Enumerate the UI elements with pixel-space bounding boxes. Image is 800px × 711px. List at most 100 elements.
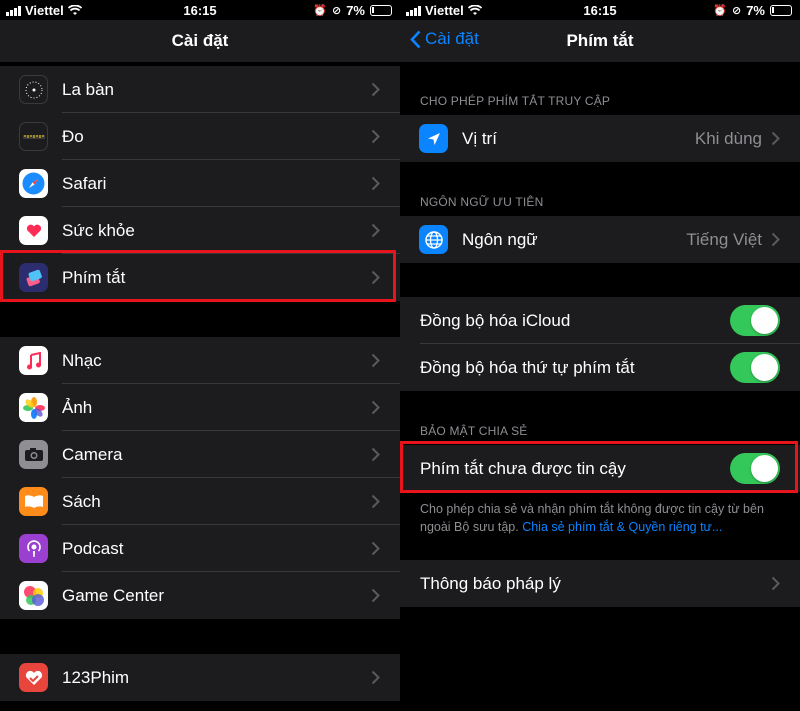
- chevron-right-icon: [371, 400, 380, 415]
- camera-icon: [19, 440, 48, 469]
- page-title: Cài đặt: [171, 31, 229, 50]
- 123phim-icon: [19, 663, 48, 692]
- orientation-lock-icon: ⊘: [731, 5, 742, 17]
- order-sync-label: Đồng bộ hóa thứ tự phím tắt: [420, 357, 635, 377]
- access-group: Vị trí Khi dùng: [400, 115, 800, 162]
- location-value: Khi dùng: [694, 128, 762, 148]
- chevron-right-icon: [371, 176, 380, 191]
- settings-item-measure[interactable]: Đo: [0, 113, 400, 160]
- location-row[interactable]: Vị trí Khi dùng: [400, 115, 800, 162]
- settings-item-photos[interactable]: Ảnh: [0, 384, 400, 431]
- chevron-right-icon: [371, 353, 380, 368]
- chevron-right-icon: [371, 129, 380, 144]
- settings-pane: Viettel 16:15 ⏰ ⊘ 7% Cài đặt La bàn Đo S…: [0, 0, 400, 711]
- chevron-right-icon: [771, 131, 780, 146]
- sync-group: Đồng bộ hóa iCloud Đồng bộ hóa thứ tự ph…: [400, 297, 800, 391]
- shortcuts-icon: [19, 263, 48, 292]
- photos-icon: [19, 393, 48, 422]
- settings-group-1: La bàn Đo Safari Sức khỏe Phím tắt: [0, 66, 400, 301]
- language-group: Ngôn ngữ Tiếng Việt: [400, 216, 800, 263]
- legal-label: Thông báo pháp lý: [420, 573, 561, 593]
- legal-row[interactable]: Thông báo pháp lý: [400, 560, 800, 607]
- untrusted-toggle[interactable]: [730, 453, 780, 484]
- settings-item-123phim[interactable]: 123Phim: [0, 654, 400, 701]
- safari-icon: [19, 169, 48, 198]
- untrusted-row: Phím tắt chưa được tin cậy: [400, 445, 800, 492]
- battery-icon: [770, 5, 792, 16]
- security-group: Phím tắt chưa được tin cậy: [400, 445, 800, 492]
- status-bar: Viettel 16:15 ⏰ ⊘ 7%: [0, 0, 400, 20]
- orientation-lock-icon: ⊘: [331, 5, 342, 17]
- section-header-security: BẢO MẬT CHIA SẺ: [420, 424, 528, 438]
- settings-item-label: Ảnh: [62, 397, 93, 417]
- untrusted-label: Phím tắt chưa được tin cậy: [420, 458, 626, 478]
- icloud-sync-row: Đồng bộ hóa iCloud: [400, 297, 800, 344]
- chevron-right-icon: [371, 270, 380, 285]
- icloud-sync-label: Đồng bộ hóa iCloud: [420, 310, 571, 330]
- language-label: Ngôn ngữ: [462, 229, 538, 249]
- chevron-right-icon: [771, 232, 780, 247]
- chevron-right-icon: [371, 223, 380, 238]
- location-arrow-icon: [419, 124, 448, 153]
- settings-item-label: Sức khỏe: [62, 220, 135, 240]
- settings-item-compass[interactable]: La bàn: [0, 66, 400, 113]
- compass-icon: [19, 75, 48, 104]
- podcast-icon: [19, 534, 48, 563]
- settings-item-books[interactable]: Sách: [0, 478, 400, 525]
- alarm-icon: ⏰: [313, 5, 327, 17]
- settings-item-label: 123Phim: [62, 667, 130, 687]
- alarm-icon: ⏰: [713, 5, 727, 17]
- nav-bar: Cài đặt: [0, 20, 400, 62]
- music-icon: [19, 346, 48, 375]
- status-right: ⏰ ⊘ 7%: [313, 3, 392, 18]
- settings-item-safari[interactable]: Safari: [0, 160, 400, 207]
- settings-item-music[interactable]: Nhạc: [0, 337, 400, 384]
- security-footer: Cho phép chia sẻ và nhận phím tắt không …: [420, 500, 784, 536]
- settings-item-label: La bàn: [62, 79, 114, 99]
- settings-item-label: Đo: [62, 126, 84, 146]
- settings-group-2: Nhạc Ảnh Camera Sách Podcast Game Center: [0, 337, 400, 619]
- chevron-right-icon: [371, 541, 380, 556]
- status-right: ⏰ ⊘ 7%: [713, 3, 792, 18]
- location-label: Vị trí: [462, 128, 497, 148]
- chevron-right-icon: [371, 494, 380, 509]
- status-bar: Viettel 16:15 ⏰ ⊘ 7%: [400, 0, 800, 20]
- battery-percent: 7%: [746, 3, 765, 18]
- page-title: Phím tắt: [566, 31, 634, 50]
- shortcuts-pane: Viettel 16:15 ⏰ ⊘ 7% Cài đặt Phím tắt CH…: [400, 0, 800, 711]
- health-icon: [19, 216, 48, 245]
- settings-item-label: Safari: [62, 173, 107, 193]
- game-center-icon: [19, 581, 48, 610]
- settings-item-label: Game Center: [62, 585, 165, 605]
- chevron-right-icon: [371, 670, 380, 685]
- settings-item-label: Podcast: [62, 538, 124, 558]
- nav-bar: Cài đặt Phím tắt: [400, 20, 800, 62]
- settings-item-label: Nhạc: [62, 350, 102, 370]
- measure-icon: [19, 122, 48, 151]
- settings-item-game-center[interactable]: Game Center: [0, 572, 400, 619]
- privacy-link[interactable]: Chia sẻ phím tắt & Quyền riêng tư...: [522, 520, 722, 534]
- battery-icon: [370, 5, 392, 16]
- icloud-sync-toggle[interactable]: [730, 305, 780, 336]
- legal-group: Thông báo pháp lý: [400, 560, 800, 607]
- chevron-right-icon: [371, 588, 380, 603]
- order-sync-row: Đồng bộ hóa thứ tự phím tắt: [400, 344, 800, 391]
- chevron-right-icon: [771, 576, 780, 591]
- settings-item-label: Camera: [62, 444, 123, 464]
- settings-item-label: Sách: [62, 491, 101, 511]
- settings-item-label: Phím tắt: [62, 267, 126, 287]
- section-header-language: NGÔN NGỮ ƯU TIÊN: [420, 195, 544, 209]
- battery-percent: 7%: [346, 3, 365, 18]
- settings-item-health[interactable]: Sức khỏe: [0, 207, 400, 254]
- order-sync-toggle[interactable]: [730, 352, 780, 383]
- chevron-right-icon: [371, 82, 380, 97]
- settings-item-shortcuts[interactable]: Phím tắt: [0, 254, 400, 301]
- settings-item-camera[interactable]: Camera: [0, 431, 400, 478]
- screen: Viettel 16:15 ⏰ ⊘ 7% Cài đặt La bàn Đo S…: [0, 0, 800, 711]
- books-icon: [19, 487, 48, 516]
- section-header-access: CHO PHÉP PHÍM TẮT TRUY CẬP: [420, 94, 611, 108]
- language-row[interactable]: Ngôn ngữ Tiếng Việt: [400, 216, 800, 263]
- chevron-right-icon: [371, 447, 380, 462]
- settings-item-podcast[interactable]: Podcast: [0, 525, 400, 572]
- settings-group-3: 123Phim: [0, 654, 400, 701]
